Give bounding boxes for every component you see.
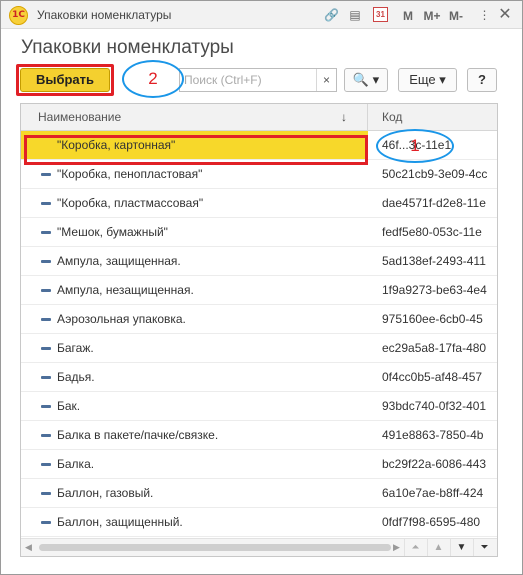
cell-name: "Коробка, пластмассовая" xyxy=(57,196,204,210)
table-row[interactable]: Ампула, защищенная. 5ad138ef-2493-411 xyxy=(21,247,497,276)
calendar-icon[interactable]: 31 xyxy=(373,7,388,22)
column-header-code[interactable]: Код xyxy=(382,104,497,130)
memory-add-button[interactable]: M+ xyxy=(421,8,443,24)
cell-code: 6a10e7ae-b8ff-424 xyxy=(382,486,484,500)
table-row[interactable]: Ампула, незащищенная. 1f9a9273-be63-4e4 xyxy=(21,276,497,305)
more-button[interactable]: Еще ▾ xyxy=(398,68,457,92)
cell-code: 1f9a9273-be63-4e4 xyxy=(382,283,487,297)
cell-code: 50c21cb9-3e09-4cc xyxy=(382,167,488,181)
table-row[interactable]: "Коробка, пластмассовая" dae4571f-d2e8-1… xyxy=(21,189,497,218)
window-title: Упаковки номенклатуры xyxy=(37,8,172,22)
sort-descending-icon[interactable]: ↓ xyxy=(338,104,350,130)
cell-name: Балка в пакете/пачке/связке. xyxy=(57,428,219,442)
selected-row-highlight xyxy=(24,135,368,165)
cell-code: 5ad138ef-2493-411 xyxy=(382,254,486,268)
window-menu-icon[interactable]: ⋮ xyxy=(478,7,491,23)
close-icon[interactable]: ✕ xyxy=(498,7,512,23)
search-field[interactable]: × xyxy=(179,68,337,92)
cell-name: Багаж. xyxy=(57,341,94,355)
go-last-button[interactable]: ⏷ xyxy=(473,539,495,556)
dialog-window: 1С Упаковки номенклатуры 🔗 ▤ 31 M M+ M- … xyxy=(0,0,523,575)
cell-name: Ампула, защищенная. xyxy=(57,254,181,268)
table-body: "Коробка, картонная" 46f...3c-11e1 "Коро… xyxy=(21,131,497,537)
table-row[interactable]: Балка в пакете/пачке/связке. 491e8863-78… xyxy=(21,421,497,450)
table-row[interactable]: Аэрозольная упаковка. 975160ee-6cb0-45 xyxy=(21,305,497,334)
table-row[interactable]: "Мешок, бумажный" fedf5e80-053c-11e xyxy=(21,218,497,247)
cell-name: Ампула, незащищенная. xyxy=(57,283,194,297)
cell-name: Баллон, защищенный. xyxy=(57,515,183,529)
page-title: Упаковки номенклатуры xyxy=(21,37,234,58)
table-row[interactable]: Баллон, защищенный. 0fdf7f98-6595-480 xyxy=(21,508,497,537)
go-down-button[interactable]: ▼ xyxy=(450,539,472,556)
app-logo-icon: 1С xyxy=(9,6,28,25)
cell-name: "Мешок, бумажный" xyxy=(57,225,168,239)
title-bar: 1С Упаковки номенклатуры 🔗 ▤ 31 M M+ M- … xyxy=(1,1,522,29)
callout-1: 1 xyxy=(376,129,454,163)
cell-code: 0fdf7f98-6595-480 xyxy=(382,515,481,529)
go-up-button[interactable]: ▲ xyxy=(427,539,449,556)
cell-code: ec29a5a8-17fa-480 xyxy=(382,341,487,355)
table-row[interactable]: Баллон, газовый. 6a10e7ae-b8ff-424 xyxy=(21,479,497,508)
scroll-right-icon[interactable]: ▶ xyxy=(393,541,403,553)
cell-code: 491e8863-7850-4b xyxy=(382,428,484,442)
cell-name: Балка. xyxy=(57,457,95,471)
cell-code: 975160ee-6cb0-45 xyxy=(382,312,483,326)
scroll-left-icon[interactable]: ◀ xyxy=(25,541,37,553)
cell-name: Аэрозольная упаковка. xyxy=(57,312,186,326)
callout-2: 2 xyxy=(122,60,184,98)
column-header-name[interactable]: Наименование ↓ xyxy=(21,104,368,130)
column-header-name-label: Наименование xyxy=(38,110,122,124)
memory-button[interactable]: M xyxy=(401,8,415,24)
cell-name: Бадья. xyxy=(57,370,95,384)
packaging-table: Наименование ↓ Код "Коробка, картонная" … xyxy=(20,103,498,557)
cell-code: 93bdc740-0f32-401 xyxy=(382,399,487,413)
table-row[interactable]: Багаж. ec29a5a8-17fa-480 xyxy=(21,334,497,363)
cell-name: Бак. xyxy=(57,399,81,413)
clear-search-icon[interactable]: × xyxy=(316,69,336,91)
find-button[interactable]: 🔍 ▾ xyxy=(344,68,388,92)
table-row[interactable]: Бак. 93bdc740-0f32-401 xyxy=(21,392,497,421)
cell-code: bc29f22a-6086-443 xyxy=(382,457,487,471)
search-input[interactable] xyxy=(180,69,316,91)
cell-name: Баллон, газовый. xyxy=(57,486,154,500)
select-button-highlight xyxy=(16,64,114,96)
help-button[interactable]: ? xyxy=(467,68,497,92)
cell-code: 0f4cc0b5-af48-457 xyxy=(382,370,483,384)
link-icon[interactable]: 🔗 xyxy=(324,7,339,23)
table-row[interactable]: Балка. bc29f22a-6086-443 xyxy=(21,450,497,479)
scrollbar-thumb[interactable] xyxy=(39,544,391,551)
table-row[interactable]: Бадья. 0f4cc0b5-af48-457 xyxy=(21,363,497,392)
go-first-button[interactable]: ⏶ xyxy=(404,539,426,556)
table-header: Наименование ↓ Код xyxy=(21,104,497,131)
cell-code: dae4571f-d2e8-11e xyxy=(382,196,486,210)
horizontal-scrollbar[interactable]: ◀ ▶ ⏶ ▲ ▼ ⏷ xyxy=(21,538,497,556)
document-icon[interactable]: ▤ xyxy=(348,7,362,23)
memory-subtract-button[interactable]: M- xyxy=(447,8,465,24)
cell-code: fedf5e80-053c-11e xyxy=(382,225,482,239)
